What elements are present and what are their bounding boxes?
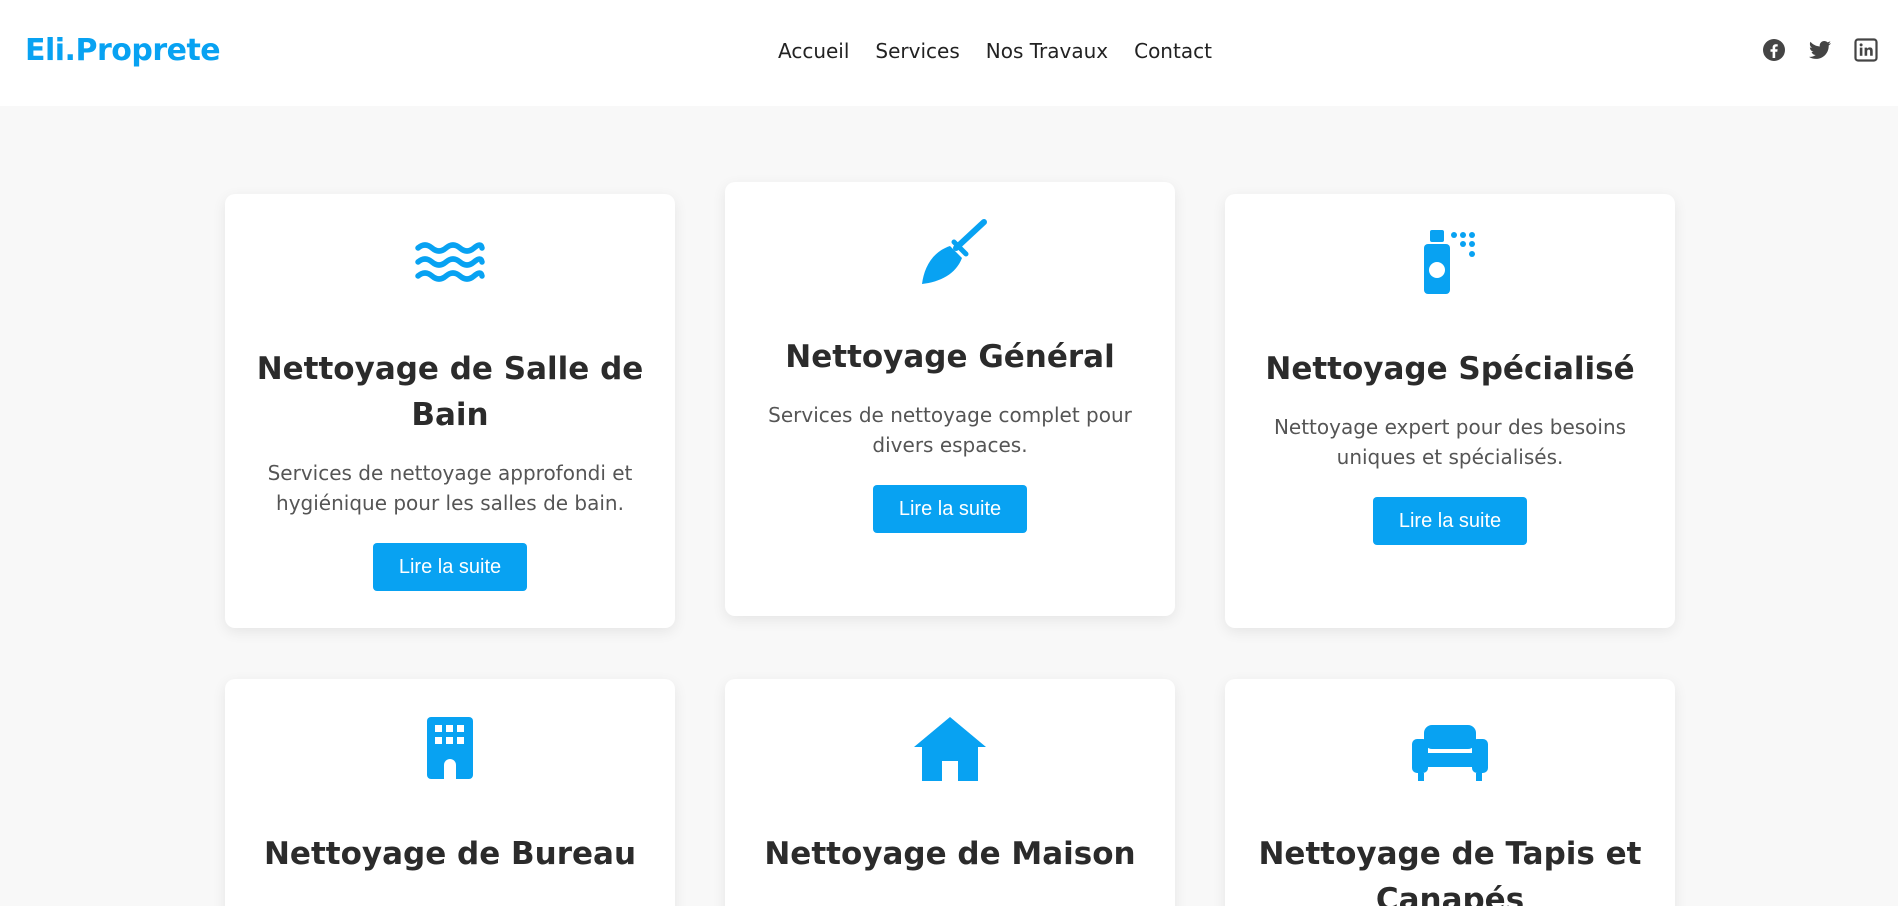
service-title: Nettoyage de Maison <box>764 836 1136 872</box>
read-more-button[interactable]: Lire la suite <box>873 485 1027 533</box>
service-description: Nettoyage expert pour des besoins unique… <box>1273 415 1627 469</box>
service-title: Nettoyage de Tapis et Canapés <box>1258 836 1642 906</box>
nav-link-accueil[interactable]: Accueil <box>778 39 849 63</box>
twitter-icon[interactable] <box>1808 38 1832 62</box>
nav-link-services[interactable]: Services <box>875 39 959 63</box>
service-description: Services de nettoyage complet pour diver… <box>768 403 1132 457</box>
water-waves-icon <box>410 232 490 302</box>
couch-icon <box>1410 715 1490 785</box>
service-title: Nettoyage Général <box>785 339 1115 375</box>
service-card-tapis-canapes: Nettoyage de Tapis et Canapés <box>1225 679 1675 906</box>
site-header: Eli.Proprete Accueil Services Nos Travau… <box>0 0 1898 106</box>
nav-link-contact[interactable]: Contact <box>1134 39 1212 63</box>
service-description: Services de nettoyage approfondi et hygi… <box>267 461 633 515</box>
linkedin-icon[interactable] <box>1854 38 1878 62</box>
service-title: Nettoyage de Salle de Bain <box>256 351 644 433</box>
service-card-specialise: Nettoyage Spécialisé Nettoyage expert po… <box>1225 194 1675 628</box>
broom-icon <box>910 218 990 288</box>
service-title: Nettoyage Spécialisé <box>1265 351 1635 387</box>
social-links <box>1762 38 1878 62</box>
service-card-salle-de-bain: Nettoyage de Salle de Bain Services de n… <box>225 194 675 628</box>
spray-bottle-icon <box>1410 230 1490 300</box>
service-card-general: Nettoyage Général Services de nettoyage … <box>725 182 1175 616</box>
service-card-bureau: Nettoyage de Bureau <box>225 679 675 906</box>
read-more-button[interactable]: Lire la suite <box>1373 497 1527 545</box>
building-icon <box>410 715 490 785</box>
service-title: Nettoyage de Bureau <box>263 836 637 872</box>
logo[interactable]: Eli.Proprete <box>25 33 221 68</box>
main-nav: Accueil Services Nos Travaux Contact <box>778 39 1212 63</box>
service-card-maison: Nettoyage de Maison <box>725 679 1175 906</box>
nav-link-nos-travaux[interactable]: Nos Travaux <box>986 39 1108 63</box>
read-more-button[interactable]: Lire la suite <box>373 543 527 591</box>
house-icon <box>910 715 990 785</box>
facebook-icon[interactable] <box>1762 38 1786 62</box>
